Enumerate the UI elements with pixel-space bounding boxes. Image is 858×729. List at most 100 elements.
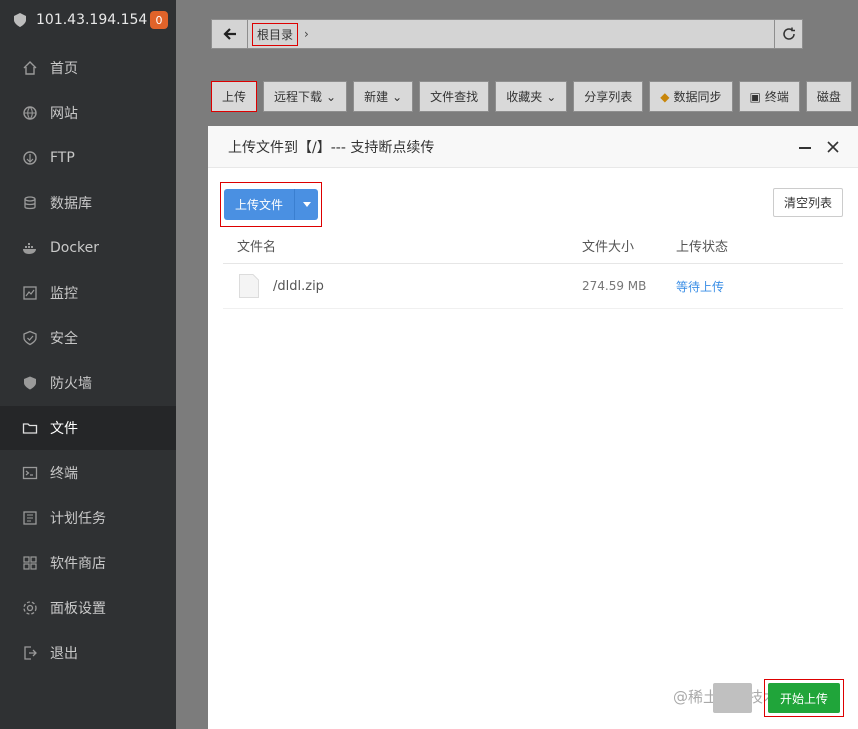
globe-icon xyxy=(22,105,38,121)
chevron-down-icon: ⌄ xyxy=(546,89,557,104)
table-row: /dldl.zip 274.59 MB 等待上传 xyxy=(223,264,843,309)
file-name-cell: /dldl.zip xyxy=(223,274,568,298)
settings-icon xyxy=(22,600,38,616)
sidebar-item-label: 数据库 xyxy=(50,196,92,212)
sidebar-item-docker[interactable]: Docker xyxy=(0,226,176,270)
dialog-title: 上传文件到【/】--- 支持断点续传 xyxy=(228,139,435,156)
monitor-icon xyxy=(22,285,38,301)
server-host: 101.43.194.154 xyxy=(36,12,148,28)
sidebar-item-label: FTP xyxy=(50,150,75,166)
column-header-status: 上传状态 xyxy=(676,240,729,255)
dialog-header: 上传文件到【/】--- 支持断点续传 xyxy=(208,126,858,168)
chevron-right-icon: › xyxy=(304,27,309,41)
sidebar-item-ftp[interactable]: FTP xyxy=(0,136,176,180)
sidebar-item-panel-settings[interactable]: 面板设置 xyxy=(0,586,176,630)
upload-table: 文件名 文件大小 上传状态 /dldl.zip 274.59 MB 等待上传 xyxy=(223,228,843,309)
share-list-button[interactable]: 分享列表 xyxy=(573,81,644,112)
refresh-button[interactable] xyxy=(774,20,802,48)
shield-icon xyxy=(22,330,38,346)
dialog-close-button[interactable] xyxy=(712,683,752,713)
column-header-name: 文件名 xyxy=(237,240,277,255)
logout-icon xyxy=(22,645,38,661)
button-label: 终端 xyxy=(764,90,789,104)
sidebar-item-label: 面板设置 xyxy=(50,601,106,617)
sidebar-item-label: 首页 xyxy=(50,61,78,77)
sidebar-item-label: 计划任务 xyxy=(50,511,106,527)
sidebar-item-website[interactable]: 网站 xyxy=(0,91,176,135)
sidebar-item-monitor[interactable]: 监控 xyxy=(0,271,176,315)
terminal-button[interactable]: ▣ 终端 xyxy=(738,81,800,112)
refresh-icon xyxy=(782,27,795,40)
start-upload-button[interactable]: 开始上传 xyxy=(767,683,840,713)
favorites-button[interactable]: 收藏夹 ⌄ xyxy=(495,81,568,112)
sidebar-item-database[interactable]: 数据库 xyxy=(0,181,176,225)
breadcrumb-root[interactable]: 根目录 xyxy=(252,22,299,46)
upload-options-dropdown[interactable] xyxy=(294,189,318,220)
back-button[interactable] xyxy=(212,20,248,48)
sidebar-item-label: 退出 xyxy=(50,646,78,662)
disk-button[interactable]: 磁盘 xyxy=(805,81,852,112)
sidebar-item-schedule[interactable]: 计划任务 xyxy=(0,496,176,540)
file-size: 274.59 MB xyxy=(582,279,647,293)
docker-icon xyxy=(22,240,38,256)
sidebar-item-security[interactable]: 安全 xyxy=(0,316,176,360)
caret-down-icon xyxy=(302,202,311,207)
close-icon xyxy=(827,140,839,153)
sidebar-item-label: 防火墙 xyxy=(50,376,92,392)
upload-file-group: 上传文件 xyxy=(220,182,322,227)
chevron-down-icon: ⌄ xyxy=(326,89,337,104)
notification-badge[interactable]: 0 xyxy=(150,11,168,29)
upload-status: 等待上传 xyxy=(676,279,725,294)
start-upload-highlight: 开始上传 xyxy=(763,679,844,717)
arrow-left-icon xyxy=(222,28,236,40)
terminal-icon xyxy=(22,465,38,481)
upload-dialog: 上传文件到【/】--- 支持断点续传 上传文件 清空列表 文件名 文件大小 上传… xyxy=(208,126,858,729)
path-bar: 根目录 › xyxy=(211,19,803,49)
minimize-icon xyxy=(799,146,811,149)
file-toolbar: 上传 远程下载 ⌄ 新建 ⌄ 文件查找 收藏夹 ⌄ 分享列表 ◆ 数据同步 ▣ 终端 磁盘 xyxy=(211,81,852,112)
upload-file-button[interactable]: 上传文件 xyxy=(224,189,318,220)
schedule-icon xyxy=(22,510,38,526)
sidebar-item-logout[interactable]: 退出 xyxy=(0,631,176,675)
button-label: 收藏夹 xyxy=(506,90,543,104)
database-icon xyxy=(22,195,38,211)
folder-icon xyxy=(22,420,38,436)
firewall-icon xyxy=(22,375,38,391)
new-button[interactable]: 新建 ⌄ xyxy=(353,81,414,112)
home-icon xyxy=(22,60,38,76)
ftp-icon xyxy=(22,150,38,166)
remote-download-button[interactable]: 远程下载 ⌄ xyxy=(263,81,348,112)
terminal-icon: ▣ xyxy=(749,89,761,104)
sidebar-item-terminal[interactable]: 终端 xyxy=(0,451,176,495)
sidebar-item-label: 安全 xyxy=(50,331,78,347)
sidebar-item-label: 网站 xyxy=(50,106,78,122)
minimize-button[interactable] xyxy=(798,140,812,154)
diamond-icon: ◆ xyxy=(660,89,670,104)
close-button[interactable] xyxy=(826,140,840,154)
file-name: /dldl.zip xyxy=(273,278,324,294)
sidebar-item-label: 监控 xyxy=(50,286,78,302)
file-search-button[interactable]: 文件查找 xyxy=(419,81,490,112)
sidebar-item-label: Docker xyxy=(50,240,100,256)
data-sync-button[interactable]: ◆ 数据同步 xyxy=(649,81,733,112)
clear-list-button[interactable]: 清空列表 xyxy=(772,188,843,217)
sidebar-item-home[interactable]: 首页 xyxy=(0,46,176,90)
sidebar-header: 101.43.194.154 0 xyxy=(0,0,176,40)
button-label: 数据同步 xyxy=(673,90,722,104)
chevron-down-icon: ⌄ xyxy=(392,89,403,104)
sidebar-item-app-store[interactable]: 软件商店 xyxy=(0,541,176,585)
sidebar-item-label: 终端 xyxy=(50,466,78,482)
upload-button[interactable]: 上传 xyxy=(211,81,258,112)
column-header-size: 文件大小 xyxy=(582,240,635,255)
sidebar: 101.43.194.154 0 首页 网站 FTP 数据库 Docker 监控… xyxy=(0,0,176,729)
button-label: 远程下载 xyxy=(274,90,323,104)
sidebar-item-label: 软件商店 xyxy=(50,556,106,572)
file-icon xyxy=(239,274,259,298)
upload-file-label[interactable]: 上传文件 xyxy=(224,189,294,220)
dialog-footer: 开始上传 xyxy=(712,679,844,717)
sidebar-item-label: 文件 xyxy=(50,421,78,437)
dialog-controls xyxy=(798,140,840,154)
logo-icon xyxy=(14,13,26,27)
sidebar-item-files[interactable]: 文件 xyxy=(0,406,176,450)
sidebar-item-firewall[interactable]: 防火墙 xyxy=(0,361,176,405)
